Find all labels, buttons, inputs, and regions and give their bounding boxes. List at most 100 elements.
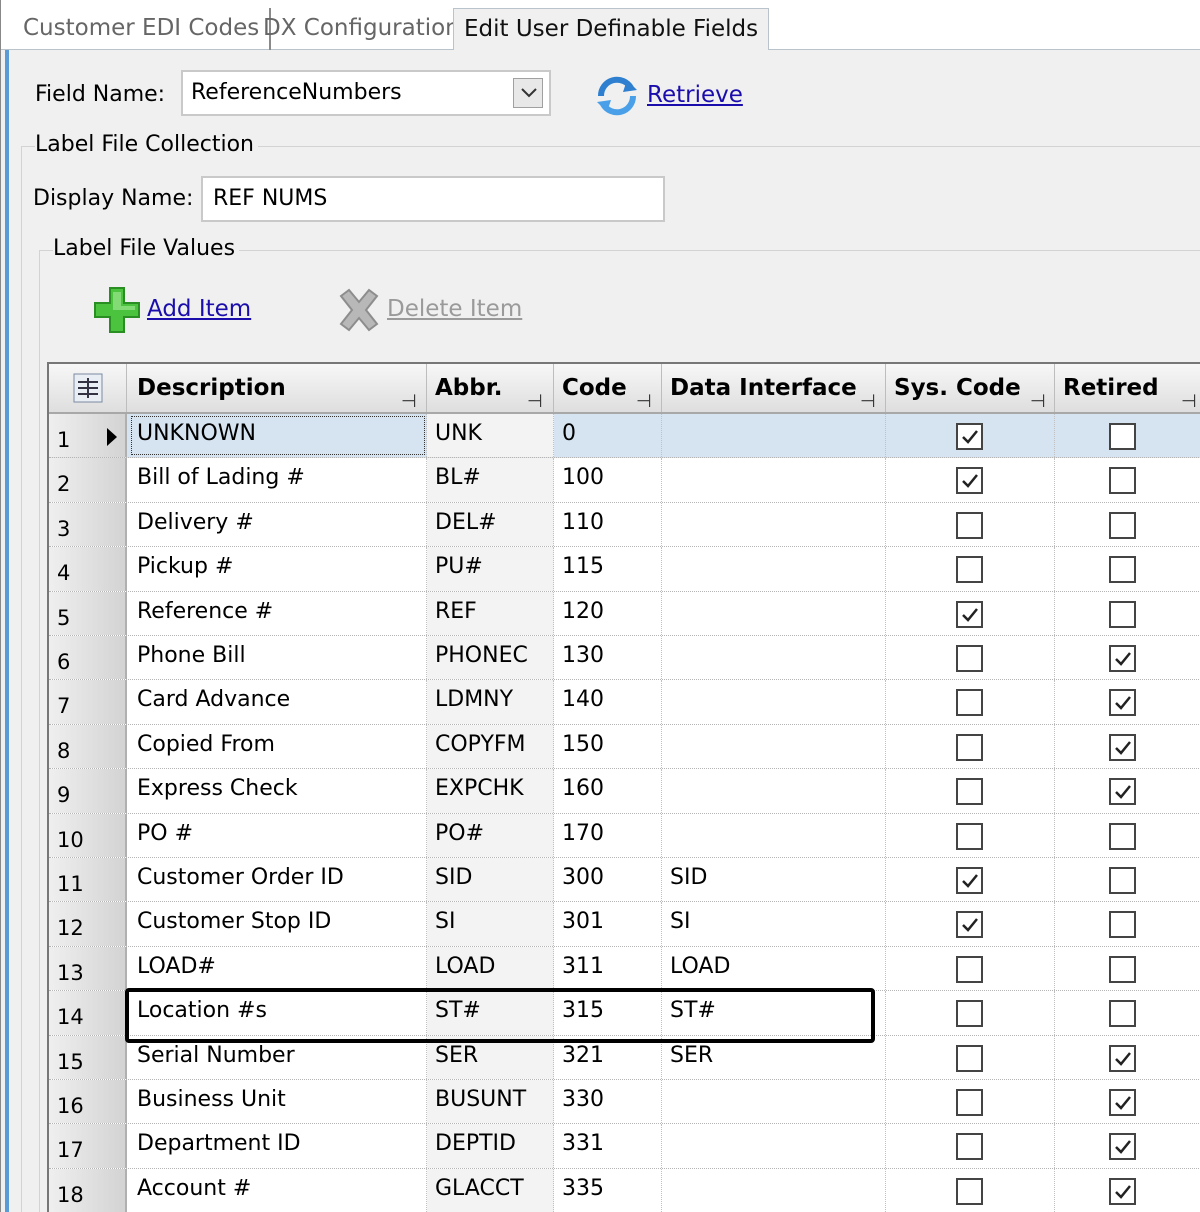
cell-code[interactable]: 100 — [554, 458, 662, 502]
row-number[interactable]: 12 — [49, 902, 127, 946]
sys-code-checkbox[interactable] — [956, 689, 983, 717]
retired-checkbox[interactable] — [1109, 911, 1136, 939]
cell-description[interactable]: Express Check — [129, 769, 427, 813]
cell-code[interactable]: 311 — [554, 946, 662, 991]
retired-checkbox[interactable] — [1109, 1133, 1136, 1161]
table-row[interactable]: 11 Customer Order ID SID 300 SID — [49, 858, 1200, 903]
row-number[interactable]: 7 — [49, 680, 127, 724]
sys-code-checkbox[interactable] — [956, 1177, 983, 1205]
table-row[interactable]: 10 PO # PO# 170 — [49, 813, 1200, 858]
cell-description[interactable]: Copied From — [129, 724, 427, 769]
table-row[interactable]: 3 Delivery # DEL# 110 — [49, 502, 1200, 548]
cell-data-interface[interactable]: SI — [662, 902, 886, 946]
sys-code-checkbox[interactable] — [956, 1000, 983, 1028]
cell-code[interactable]: 150 — [554, 724, 662, 769]
table-row[interactable]: 5 Reference # REF 120 — [49, 591, 1200, 636]
tab-edit-user-definable-fields[interactable]: Edit User Definable Fields — [453, 8, 770, 51]
cell-code[interactable]: 140 — [554, 680, 662, 724]
sys-code-checkbox[interactable] — [956, 1133, 983, 1161]
cell-data-interface[interactable]: SID — [662, 858, 886, 902]
cell-data-interface[interactable] — [662, 769, 886, 813]
sys-code-checkbox[interactable] — [956, 733, 983, 761]
cell-abbr[interactable]: SID — [427, 858, 554, 902]
table-row[interactable]: 2 Bill of Lading # BL# 100 — [49, 458, 1200, 503]
cell-data-interface[interactable] — [662, 1124, 886, 1168]
cell-description[interactable]: Customer Order ID — [129, 858, 427, 902]
table-row[interactable]: 12 Customer Stop ID SI 301 SI — [49, 902, 1200, 947]
retired-checkbox[interactable] — [1109, 423, 1136, 450]
table-row[interactable]: 9 Express Check EXPCHK 160 — [49, 769, 1200, 814]
table-row[interactable]: 13 LOAD# LOAD 311 LOAD — [49, 946, 1200, 992]
row-number[interactable]: 10 — [49, 813, 127, 857]
delete-icon[interactable] — [335, 286, 383, 334]
retired-checkbox[interactable] — [1109, 645, 1136, 672]
add-icon[interactable] — [93, 286, 141, 334]
sys-code-checkbox[interactable] — [956, 556, 983, 584]
sys-code-checkbox[interactable] — [956, 600, 983, 628]
cell-abbr[interactable]: EXPCHK — [427, 769, 554, 813]
sys-code-checkbox[interactable] — [956, 511, 983, 539]
table-row[interactable]: 17 Department ID DEPTID 331 — [49, 1124, 1200, 1169]
retired-checkbox[interactable] — [1109, 556, 1136, 584]
cell-abbr[interactable]: BL# — [427, 458, 554, 502]
sys-code-checkbox[interactable] — [956, 467, 983, 495]
cell-abbr[interactable]: LDMNY — [427, 680, 554, 724]
cell-data-interface[interactable] — [662, 458, 886, 502]
cell-code[interactable]: 160 — [554, 769, 662, 813]
chevron-down-icon[interactable] — [513, 78, 543, 108]
row-number[interactable]: 1 — [49, 414, 127, 458]
row-number[interactable]: 4 — [49, 547, 127, 591]
cell-code[interactable]: 301 — [554, 902, 662, 946]
cell-description[interactable]: Business Unit — [129, 1080, 427, 1124]
retired-checkbox[interactable] — [1109, 867, 1136, 894]
column-header-data-interface[interactable]: Data Interface ⊣ — [662, 364, 886, 412]
row-number[interactable]: 2 — [49, 458, 127, 502]
row-number[interactable]: 11 — [49, 858, 127, 902]
cell-abbr[interactable]: DEL# — [427, 502, 554, 547]
cell-description[interactable]: Delivery # — [129, 502, 427, 547]
sys-code-checkbox[interactable] — [956, 1044, 983, 1072]
column-chooser-button[interactable] — [49, 364, 127, 412]
row-number[interactable]: 6 — [49, 636, 127, 680]
cell-data-interface[interactable] — [662, 1168, 886, 1212]
sys-code-checkbox[interactable] — [956, 822, 983, 850]
cell-abbr[interactable]: COPYFM — [427, 724, 554, 769]
cell-abbr[interactable]: REF — [427, 591, 554, 635]
sys-code-checkbox[interactable] — [956, 1089, 983, 1116]
column-header-retired[interactable]: Retired ⊣ — [1055, 364, 1200, 412]
column-header-description[interactable]: Description ⊣ — [129, 364, 427, 412]
cell-description[interactable]: Account # — [129, 1168, 427, 1212]
retrieve-link[interactable]: Retrieve — [647, 82, 743, 108]
display-name-input[interactable]: REF NUMS — [201, 176, 665, 222]
cell-code[interactable]: 300 — [554, 858, 662, 902]
cell-abbr[interactable]: SI — [427, 902, 554, 946]
cell-description[interactable]: Customer Stop ID — [129, 902, 427, 946]
cell-description[interactable]: Card Advance — [129, 680, 427, 724]
tab-customer-edi-codes[interactable]: Customer EDI Codes — [13, 8, 272, 50]
cell-code[interactable]: 335 — [554, 1168, 662, 1212]
cell-code[interactable]: 130 — [554, 636, 662, 680]
cell-description[interactable]: UNKNOWN — [129, 414, 427, 458]
retired-checkbox[interactable] — [1109, 1044, 1136, 1072]
cell-data-interface[interactable] — [662, 680, 886, 724]
column-header-abbr[interactable]: Abbr. ⊣ — [427, 364, 554, 412]
cell-data-interface[interactable] — [662, 547, 886, 591]
cell-code[interactable]: 120 — [554, 591, 662, 635]
cell-data-interface[interactable] — [662, 414, 886, 458]
cell-data-interface[interactable] — [662, 1080, 886, 1124]
cell-data-interface[interactable] — [662, 813, 886, 857]
cell-data-interface[interactable] — [662, 502, 886, 547]
cell-code[interactable]: 330 — [554, 1080, 662, 1124]
table-row[interactable]: 6 Phone Bill PHONEC 130 — [49, 636, 1200, 681]
table-row[interactable]: 18 Account # GLACCT 335 — [49, 1168, 1200, 1212]
row-number[interactable]: 3 — [49, 502, 127, 547]
table-row[interactable]: 8 Copied From COPYFM 150 — [49, 724, 1200, 770]
retired-checkbox[interactable] — [1109, 822, 1136, 850]
sys-code-checkbox[interactable] — [956, 423, 983, 450]
cell-code[interactable]: 115 — [554, 547, 662, 591]
row-number[interactable]: 16 — [49, 1080, 127, 1124]
cell-description[interactable]: Phone Bill — [129, 636, 427, 680]
cell-data-interface[interactable] — [662, 636, 886, 680]
sys-code-checkbox[interactable] — [956, 955, 983, 983]
cell-abbr[interactable]: PHONEC — [427, 636, 554, 680]
